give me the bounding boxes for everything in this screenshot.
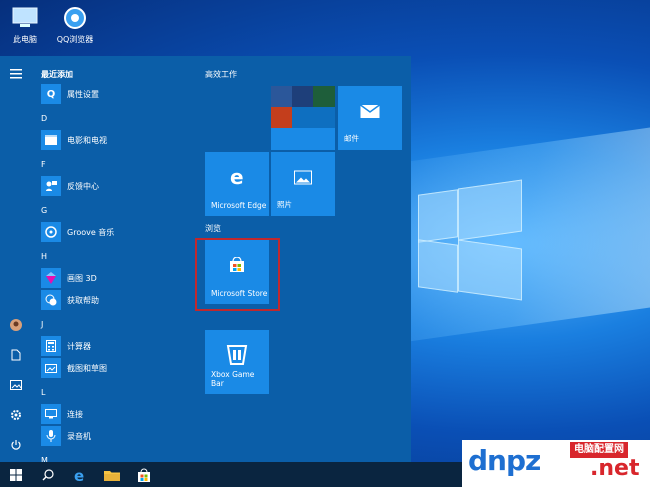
app-item-get-help[interactable]: 获取帮助 (41, 290, 99, 310)
app-item-voice-recorder[interactable]: 录音机 (41, 426, 91, 446)
desktop-icon-qq-browser[interactable]: QQ浏览器 (45, 6, 105, 45)
feedback-icon (41, 176, 61, 196)
letter-header[interactable]: H (41, 252, 47, 261)
app-item-calculator[interactable]: 计算器 (41, 336, 91, 356)
tile-label: Microsoft Edge (211, 201, 267, 210)
desktop-icon-label: QQ浏览器 (56, 35, 94, 44)
letter-header[interactable]: L (41, 388, 45, 397)
tile-office-collage[interactable] (271, 86, 335, 150)
tile-label: Xbox Game Bar (211, 370, 255, 388)
letter-header[interactable]: F (41, 160, 46, 169)
taskbar-store[interactable] (128, 462, 160, 487)
taskbar-file-explorer[interactable] (96, 462, 128, 487)
game-bar-icon (225, 344, 249, 370)
store-highlight-box (195, 238, 280, 311)
tile-xbox-game-bar[interactable]: Xbox Game Bar (205, 330, 269, 394)
app-item-groove-music[interactable]: Groove 音乐 (41, 222, 114, 242)
film-icon (41, 130, 61, 150)
qq-browser-icon (60, 6, 90, 30)
search-icon (42, 468, 54, 480)
group-label-productivity[interactable]: 高效工作 (205, 69, 237, 80)
music-icon (41, 222, 61, 242)
app-item-feedback-hub[interactable]: 反馈中心 (41, 176, 99, 196)
letter-header[interactable]: G (41, 206, 47, 215)
start-button[interactable] (0, 462, 32, 487)
paint3d-icon (41, 268, 61, 288)
tile-label: 邮件 (344, 134, 359, 143)
pictures-icon[interactable] (8, 377, 24, 393)
svg-text:e: e (74, 468, 84, 482)
settings-gear-icon[interactable] (8, 407, 24, 423)
watermark-net: .net (590, 456, 640, 481)
watermark-logo: dnpz 电脑配置网 .net (462, 440, 650, 487)
computer-icon (10, 6, 40, 30)
taskbar-edge[interactable]: e (64, 462, 96, 487)
snip-icon (41, 358, 61, 378)
power-icon[interactable] (8, 437, 24, 453)
letter-header[interactable]: J (41, 320, 43, 329)
photos-icon (294, 169, 312, 188)
mail-icon (360, 103, 380, 122)
help-icon (41, 290, 61, 310)
app-item-paint-3d[interactable]: 画图 3D (41, 268, 97, 288)
app-item-connect[interactable]: 连接 (41, 404, 83, 424)
calculator-icon (41, 336, 61, 356)
tile-microsoft-edge[interactable]: e Microsoft Edge (205, 152, 269, 216)
connect-icon (41, 404, 61, 424)
folder-icon (104, 470, 120, 481)
tile-mail[interactable]: 邮件 (338, 86, 402, 150)
app-item-movies-tv[interactable]: 电影和电视 (41, 130, 107, 150)
user-avatar-icon[interactable] (8, 317, 24, 333)
hamburger-menu-icon[interactable] (8, 66, 24, 82)
tile-photos[interactable]: 照片 (271, 152, 335, 216)
mic-icon (41, 426, 61, 446)
start-rail (0, 56, 32, 462)
search-button[interactable] (32, 462, 64, 487)
documents-icon[interactable] (8, 347, 24, 363)
letter-header[interactable]: D (41, 114, 47, 123)
recently-added-heading: 最近添加 (41, 70, 73, 79)
app-item-settings[interactable]: Q 属性设置 (41, 84, 99, 104)
edge-icon: e (228, 165, 246, 190)
tile-label: 照片 (277, 200, 292, 209)
group-label-browse[interactable]: 浏览 (205, 223, 221, 234)
watermark-dnpz: dnpz (468, 444, 541, 477)
store-bag-icon (138, 468, 150, 482)
app-item-snip-sketch[interactable]: 截图和草图 (41, 358, 107, 378)
edge-icon: e (74, 468, 84, 482)
svg-text:e: e (230, 168, 244, 186)
windows-start-icon (10, 468, 22, 481)
q-app-icon: Q (41, 84, 61, 104)
